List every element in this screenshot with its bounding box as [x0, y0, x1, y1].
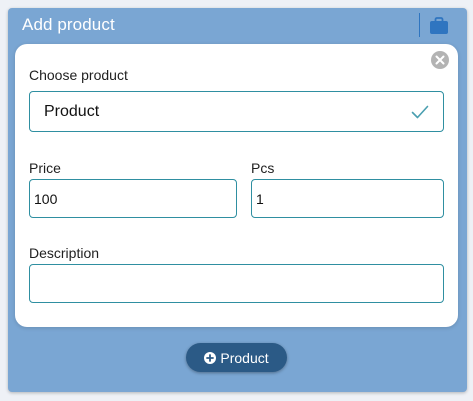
price-label: Price — [29, 160, 61, 176]
close-icon[interactable] — [430, 50, 450, 70]
pcs-field[interactable] — [251, 179, 444, 218]
check-icon — [411, 105, 429, 119]
panel-header: Add product — [8, 8, 467, 42]
form-card: Choose product Product Price Pcs Descrip… — [15, 44, 458, 327]
shopping-bag-icon[interactable] — [429, 17, 449, 35]
product-select[interactable]: Product — [29, 91, 444, 132]
plus-circle-icon — [204, 351, 217, 364]
add-product-button[interactable]: Product — [186, 343, 287, 372]
price-field[interactable] — [29, 179, 237, 218]
product-select-value: Product — [44, 103, 100, 120]
add-product-panel: Add product Choose product Product Price… — [8, 8, 467, 392]
description-field[interactable] — [29, 264, 444, 303]
header-divider — [419, 13, 420, 37]
pcs-label: Pcs — [251, 160, 275, 176]
panel-title: Add product — [22, 15, 115, 34]
choose-product-label: Choose product — [29, 67, 128, 83]
add-product-button-label: Product — [220, 349, 269, 366]
description-label: Description — [29, 245, 100, 261]
